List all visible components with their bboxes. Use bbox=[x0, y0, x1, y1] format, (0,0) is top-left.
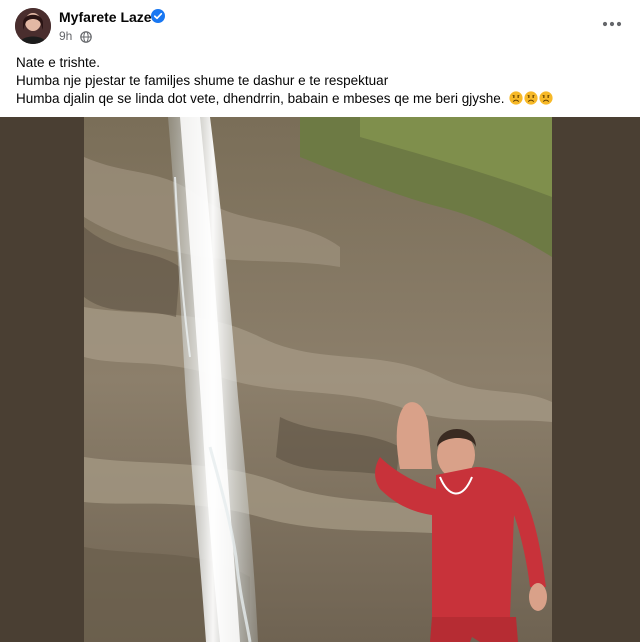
post-header: Myfarete Laze 9h bbox=[0, 0, 640, 50]
caption-line: Humba djalin qe se linda dot vete, dhend… bbox=[16, 90, 626, 108]
caption-line: Humba nje pjestar te familjes shume te d… bbox=[16, 73, 389, 88]
emoji-row bbox=[508, 91, 553, 106]
sad-face-emoji bbox=[509, 91, 523, 105]
caption-text: Humba djalin qe se linda dot vete, dhend… bbox=[16, 91, 505, 106]
facebook-post: Myfarete Laze 9h Nate e trishte. Humba n… bbox=[0, 0, 640, 642]
globe-icon[interactable] bbox=[80, 30, 92, 43]
post-timestamp[interactable]: 9h bbox=[59, 29, 72, 43]
author-avatar[interactable] bbox=[15, 8, 51, 44]
author-name[interactable]: Myfarete Laze bbox=[59, 9, 152, 25]
verified-badge-icon bbox=[151, 9, 165, 23]
post-caption: Nate e trishte. Humba nje pjestar te fam… bbox=[16, 54, 626, 108]
more-options-icon bbox=[602, 21, 622, 27]
waterfall-photo bbox=[0, 117, 640, 642]
caption-line: Nate e trishte. bbox=[16, 55, 101, 70]
more-options-button[interactable] bbox=[600, 12, 624, 36]
sad-face-emoji bbox=[539, 91, 553, 105]
sad-face-emoji bbox=[524, 91, 538, 105]
post-photo[interactable] bbox=[0, 117, 640, 642]
